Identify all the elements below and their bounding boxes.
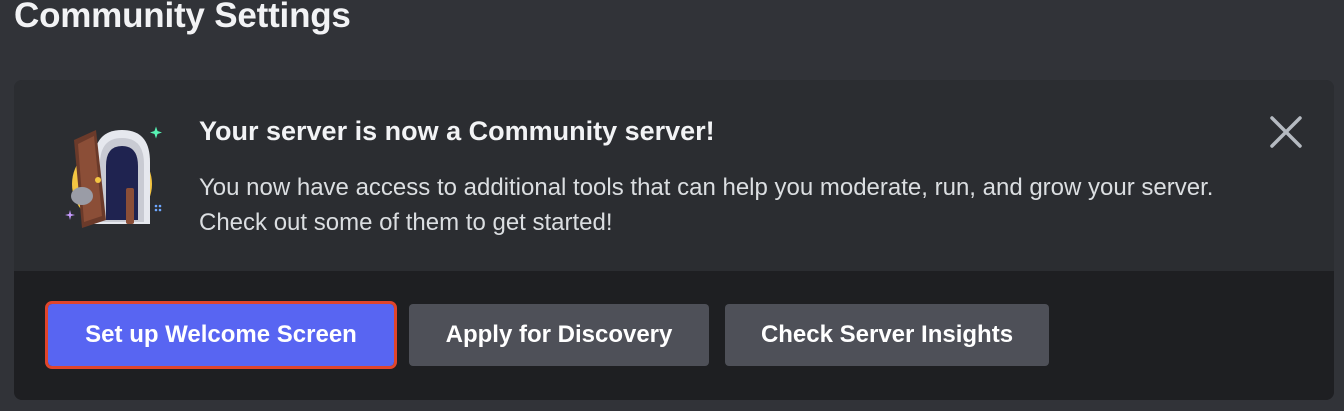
page-title: Community Settings (14, 0, 351, 35)
apply-for-discovery-button[interactable]: Apply for Discovery (409, 304, 709, 366)
community-door-icon (65, 126, 162, 228)
banner-description: You now have access to additional tools … (199, 174, 1214, 236)
community-banner-card: Your server is now a Community server! Y… (14, 80, 1334, 400)
close-icon[interactable] (1264, 110, 1308, 154)
banner-body: Your server is now a Community server! Y… (14, 80, 1334, 271)
check-server-insights-button[interactable]: Check Server Insights (725, 304, 1049, 366)
set-up-welcome-screen-button[interactable]: Set up Welcome Screen (45, 301, 397, 369)
banner-headline: Your server is now a Community server! (199, 116, 715, 146)
